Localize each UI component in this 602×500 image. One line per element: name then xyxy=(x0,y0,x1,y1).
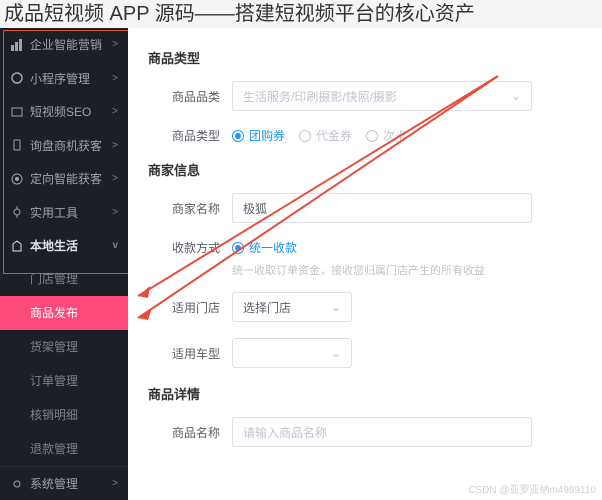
chevron-right-icon: > xyxy=(112,173,118,184)
section-merchant: 商家信息 xyxy=(148,160,582,179)
sidebar-label: 系统管理 xyxy=(30,475,78,492)
video-icon xyxy=(10,105,24,119)
input-name[interactable]: 请输入商品名称 xyxy=(232,417,532,447)
sub-item-refund[interactable]: 退款管理 xyxy=(0,432,128,466)
section-detail: 商品详情 xyxy=(148,384,582,403)
sidebar-label: 实用工具 xyxy=(30,204,78,221)
row-store: 适用门店 选择门店 ⌄ xyxy=(148,292,582,322)
sidebar-label: 本地生活 xyxy=(30,237,78,254)
label-category: 商品品类 xyxy=(148,88,220,105)
chart-icon xyxy=(10,38,24,52)
radio-dot-icon xyxy=(366,130,378,142)
label-payment: 收款方式 xyxy=(148,239,220,256)
payment-tip: 统一收取订单资金，接收您归属门店产生的所有收益 xyxy=(232,262,582,278)
label-type: 商品类型 xyxy=(148,127,220,144)
sidebar-label: 企业智能营销 xyxy=(30,36,102,53)
target-icon xyxy=(10,172,24,186)
app-layout: 企业智能营销 > 小程序管理 > 短视频SEO > 询盘商机获客 > 定向智能获… xyxy=(0,28,602,500)
sidebar-item-tools[interactable]: 实用工具 > xyxy=(0,195,128,228)
section-product-type: 商品类型 xyxy=(148,48,582,67)
main-content: 商品类型 商品品类 生活服务/印刷摄影/快照/摄影 ⌄ 商品类型 团购券 代金券… xyxy=(128,28,602,500)
tool-icon xyxy=(10,205,24,219)
radio-card[interactable]: 次卡 xyxy=(366,127,407,144)
chevron-right-icon: > xyxy=(112,39,118,50)
sidebar-label: 定向智能获客 xyxy=(30,170,102,187)
app-icon xyxy=(10,71,24,85)
label-car: 适用车型 xyxy=(148,345,220,362)
row-car: 适用车型 ⌄ xyxy=(148,338,582,368)
watermark: CSDN @亚罗亚纳m4989110 xyxy=(468,481,596,496)
chevron-down-icon: ⌄ xyxy=(331,346,341,360)
page-title: 成品短视频 APP 源码——搭建短视频平台的核心资产 xyxy=(0,0,602,28)
chevron-right-icon: > xyxy=(112,140,118,151)
row-merchant: 商家名称 极狐 xyxy=(148,193,582,223)
local-icon xyxy=(10,239,24,253)
sub-item-publish[interactable]: 商品发布 xyxy=(0,296,128,330)
sidebar-item-seo[interactable]: 短视频SEO > xyxy=(0,95,128,128)
sidebar-label: 短视频SEO xyxy=(30,103,91,120)
radio-label: 次卡 xyxy=(383,127,407,144)
sidebar-label: 询盘商机获客 xyxy=(30,137,102,154)
label-name: 商品名称 xyxy=(148,424,220,441)
label-store: 适用门店 xyxy=(148,299,220,316)
label-merchant: 商家名称 xyxy=(148,200,220,217)
input-placeholder: 请输入商品名称 xyxy=(243,424,327,441)
sidebar: 企业智能营销 > 小程序管理 > 短视频SEO > 询盘商机获客 > 定向智能获… xyxy=(0,28,128,500)
radio-voucher[interactable]: 代金券 xyxy=(299,127,352,144)
sub-item-shelf[interactable]: 货架管理 xyxy=(0,330,128,364)
sidebar-item-inquiry[interactable]: 询盘商机获客 > xyxy=(0,128,128,161)
chevron-down-icon: ⌄ xyxy=(511,89,521,103)
chevron-right-icon: > xyxy=(112,207,118,218)
sidebar-item-marketing[interactable]: 企业智能营销 > xyxy=(0,28,128,61)
radio-label: 代金券 xyxy=(316,127,352,144)
radio-label: 统一收款 xyxy=(249,239,297,256)
sidebar-item-target[interactable]: 定向智能获客 > xyxy=(0,162,128,195)
select-store[interactable]: 选择门店 ⌄ xyxy=(232,292,352,322)
select-placeholder: 生活服务/印刷摄影/快照/摄影 xyxy=(243,88,397,105)
row-name: 商品名称 请输入商品名称 xyxy=(148,417,582,447)
radio-groupbuy[interactable]: 团购券 xyxy=(232,127,285,144)
radio-unified[interactable]: 统一收款 xyxy=(232,239,297,256)
sub-item-store[interactable]: 门店管理 xyxy=(0,262,128,296)
sidebar-item-miniprogram[interactable]: 小程序管理 > xyxy=(0,61,128,94)
sub-item-verify[interactable]: 核销明细 xyxy=(0,398,128,432)
select-category[interactable]: 生活服务/印刷摄影/快照/摄影 ⌄ xyxy=(232,81,532,111)
input-merchant[interactable]: 极狐 xyxy=(232,193,532,223)
radio-dot-icon xyxy=(232,242,244,254)
radio-dot-icon xyxy=(299,130,311,142)
sub-item-order[interactable]: 订单管理 xyxy=(0,364,128,398)
chevron-right-icon: > xyxy=(112,478,118,489)
sidebar-item-local[interactable]: 本地生活 v xyxy=(0,229,128,262)
phone-icon xyxy=(10,138,24,152)
radio-dot-icon xyxy=(232,130,244,142)
row-type: 商品类型 团购券 代金券 次卡 xyxy=(148,127,582,144)
sidebar-item-system[interactable]: 系统管理 > xyxy=(0,466,128,500)
row-category: 商品品类 生活服务/印刷摄影/快照/摄影 ⌄ xyxy=(148,81,582,111)
chevron-right-icon: > xyxy=(112,73,118,84)
sidebar-label: 小程序管理 xyxy=(30,70,90,87)
row-payment: 收款方式 统一收款 xyxy=(148,239,582,256)
select-placeholder: 选择门店 xyxy=(243,299,291,316)
select-car[interactable]: ⌄ xyxy=(232,338,352,368)
chevron-down-icon: v xyxy=(112,240,118,251)
chevron-down-icon: ⌄ xyxy=(331,300,341,314)
radio-label: 团购券 xyxy=(249,127,285,144)
chevron-right-icon: > xyxy=(112,106,118,117)
gear-icon xyxy=(10,477,24,491)
